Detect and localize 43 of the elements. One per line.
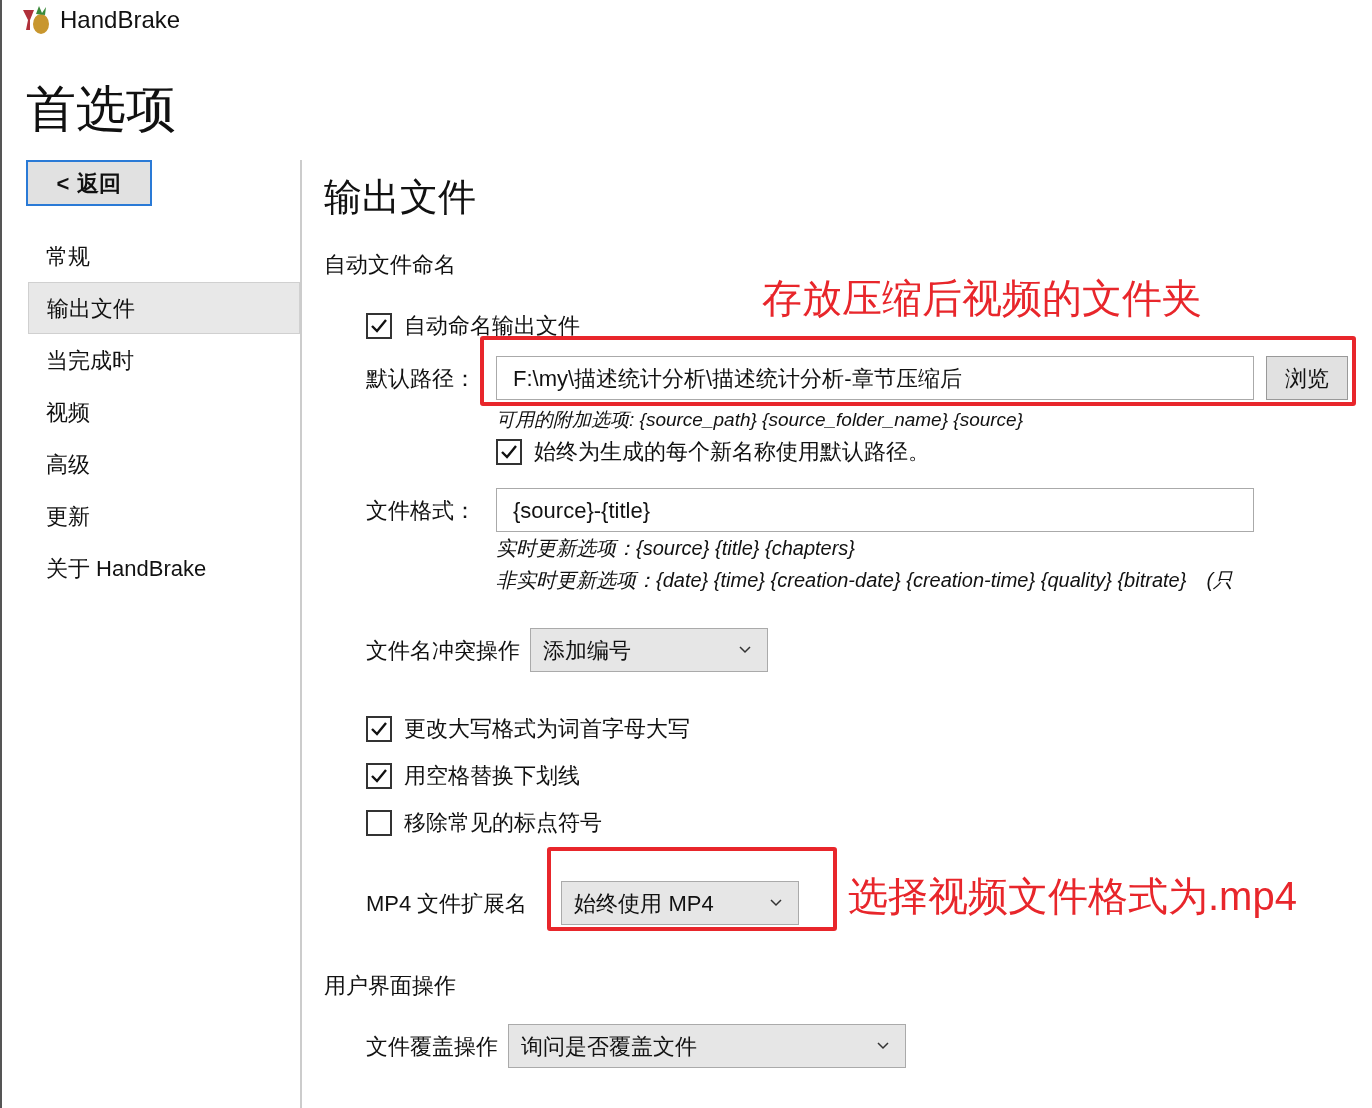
sidebar-item[interactable]: 输出文件 — [28, 282, 300, 334]
field-label: 文件名冲突操作 — [366, 636, 520, 665]
sidebar-item[interactable]: 常规 — [28, 230, 300, 282]
page-title: 首选项 — [25, 84, 177, 134]
hint-text: 非实时更新选项：{date} {time} {creation-date} {creation-time} {quality} {bitrate} (只 — [496, 568, 1235, 592]
checkbox-label: 更改大写格式为词首字母大写 — [404, 715, 690, 743]
checkbox-label: 用空格替换下划线 — [404, 762, 580, 790]
checkbox-label: 移除常见的标点符号 — [404, 809, 602, 837]
sidebar-item[interactable]: 关于 HandBrake — [28, 542, 300, 594]
checkbox-label: 自动命名输出文件 — [404, 312, 580, 340]
chevron-down-icon — [770, 899, 783, 907]
hint-text: 实时更新选项：{source} {title} {chapters} — [496, 536, 857, 560]
dropdown[interactable]: 询问是否覆盖文件 — [508, 1024, 906, 1068]
annotation-text: 选择视频文件格式为.mp4 — [848, 873, 1297, 920]
window-title: HandBrake — [60, 5, 181, 35]
checkbox[interactable] — [366, 312, 392, 339]
group-title: 自动文件命名 — [324, 251, 457, 279]
dropdown[interactable]: 始终使用 MP4 — [561, 881, 800, 925]
checkbox-label: 始终为生成的每个新名称使用默认路径。 — [534, 438, 930, 466]
chevron-down-icon — [877, 1042, 889, 1050]
field-label: MP4 文件扩展名 — [366, 889, 528, 918]
path-field[interactable]: F:\my\描述统计分析\描述统计分析-章节压缩后 — [496, 356, 1254, 400]
app-logo-icon — [20, 4, 52, 36]
back-button[interactable]: < 返回 — [26, 160, 152, 206]
sidebar-item[interactable]: 当完成时 — [28, 334, 300, 386]
annotation-text: 存放压缩后视频的文件夹 — [762, 275, 1202, 322]
format-field[interactable]: {source}-{title} — [496, 488, 1254, 532]
sidebar-item[interactable]: 更新 — [28, 490, 300, 542]
section-heading: 输出文件 — [324, 178, 477, 216]
sidebar-item[interactable]: 视频 — [28, 386, 300, 438]
hint-text: 可用的附加选项: {source_path} {source_folder_name} {source} — [496, 410, 1024, 429]
field-label: 文件格式： — [366, 496, 477, 525]
sidebar-item[interactable]: 高级 — [28, 438, 300, 490]
checkbox[interactable] — [366, 809, 392, 836]
checkbox[interactable] — [496, 438, 522, 465]
browse-button[interactable]: 浏览 — [1266, 356, 1348, 400]
chevron-down-icon — [739, 646, 751, 654]
checkbox[interactable] — [366, 715, 392, 742]
checkbox[interactable] — [366, 762, 392, 789]
group-title: 用户界面操作 — [324, 972, 457, 1000]
field-label: 默认路径： — [366, 364, 477, 393]
dropdown[interactable]: 添加编号 — [530, 628, 768, 672]
field-label: 文件覆盖操作 — [366, 1032, 498, 1061]
